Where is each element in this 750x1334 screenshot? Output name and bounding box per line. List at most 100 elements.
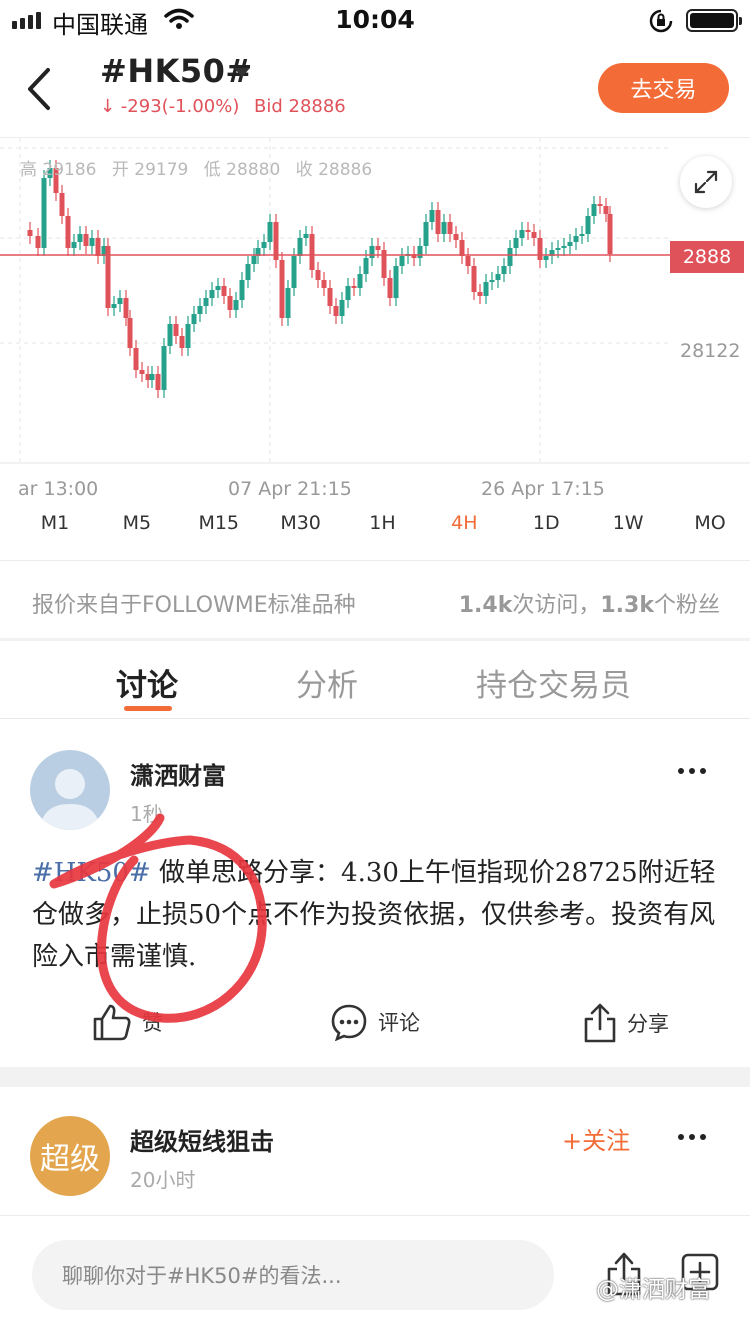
candle-body (369, 246, 375, 258)
back-arrow-icon[interactable] (22, 64, 62, 114)
candle-body (167, 324, 173, 346)
candle-body (351, 286, 357, 288)
more-options-icon[interactable] (678, 1134, 706, 1140)
candle-body (597, 204, 603, 206)
candle-body (233, 300, 239, 310)
candle-body (77, 234, 83, 242)
timeframe-mo[interactable]: MO (680, 512, 740, 552)
candle-body (489, 280, 495, 282)
quote-source: 报价来自于FOLLOWME标准品种 (32, 593, 356, 618)
timeframe-4h[interactable]: 4H (434, 512, 494, 552)
watermark: @潇洒财富 (596, 1277, 711, 1303)
candlestick-chart[interactable]: 高 29186 开 29179 低 28880 收 28886 2888 281… (0, 138, 750, 510)
candle-body (127, 318, 133, 348)
comment-input[interactable]: 聊聊你对于#HK50#的看法... (32, 1240, 554, 1310)
candle-body (267, 222, 273, 242)
candle-body (123, 298, 129, 318)
candle-body (375, 246, 381, 250)
post-content[interactable]: #HK50# 做单思路分享：4.30上午恒指现价28725附近轻仓做多，止损50… (32, 852, 722, 978)
candle-body (41, 178, 47, 248)
clock: 10:04 (335, 5, 415, 34)
post-separator (0, 1067, 750, 1087)
candle-body (251, 256, 257, 264)
ohlc-readout: 高 29186 开 29179 低 28880 收 28886 (20, 155, 382, 180)
divider (0, 718, 750, 719)
section-divider (0, 638, 750, 641)
chart-canvas[interactable] (0, 138, 750, 510)
current-price-tag: 2888 (670, 241, 744, 273)
timeframe-selector: M1 M5 M15 M30 1H 4H 1D 1W MO (0, 512, 750, 552)
candle-body (387, 278, 393, 298)
like-button[interactable]: 赞 (92, 1003, 163, 1041)
candle-body (441, 222, 447, 234)
fullscreen-button[interactable] (680, 156, 732, 208)
ohlc-open: 开 29179 (111, 160, 189, 180)
divider (0, 560, 750, 561)
candle-body (429, 210, 435, 222)
timeframe-m30[interactable]: M30 (271, 512, 331, 552)
candle-body (339, 300, 345, 316)
visit-count: 1.4k (458, 593, 513, 618)
candle-body (519, 230, 525, 238)
timeframe-1w[interactable]: 1W (598, 512, 658, 552)
candle-body (393, 266, 399, 298)
follow-button[interactable]: +关注 (562, 1121, 630, 1156)
tab-discussion[interactable]: 讨论 (116, 660, 178, 705)
tab-traders[interactable]: 持仓交易员 (476, 660, 631, 705)
avatar[interactable] (30, 750, 110, 830)
candle-body (447, 222, 453, 234)
share-button[interactable]: 分享 (583, 1003, 669, 1043)
candle-body (579, 234, 585, 236)
comment-button[interactable]: 评论 (330, 1003, 420, 1041)
candle-body (65, 216, 71, 248)
post-tag[interactable]: #HK50# (32, 858, 151, 888)
active-tab-indicator (124, 706, 172, 711)
candle-body (555, 248, 561, 250)
candle-body (543, 256, 549, 260)
candle-body (197, 306, 203, 314)
timeframe-m1[interactable]: M1 (25, 512, 85, 552)
candle-body (321, 280, 327, 288)
symbol-dropdown-icon[interactable] (234, 68, 250, 77)
candle-body (303, 234, 309, 238)
symbol-title[interactable]: #HK50# (100, 52, 253, 90)
tab-analysis[interactable]: 分析 (296, 660, 358, 705)
candle-body (285, 288, 291, 318)
candle-body (495, 274, 501, 280)
candle-body (309, 234, 315, 270)
candle-body (239, 280, 245, 300)
candle-body (83, 234, 89, 246)
candle-body (477, 292, 483, 296)
comment-icon (331, 1004, 367, 1041)
post-author[interactable]: 潇洒财富 (130, 756, 226, 791)
share-icon (584, 1003, 616, 1043)
candle-body (607, 214, 613, 254)
candle-body (315, 270, 321, 280)
candle-body (327, 288, 333, 306)
status-bar: 中国联通 10:04 (0, 0, 750, 40)
price-axis-label: 28122 (680, 340, 741, 362)
candle-body (149, 374, 155, 380)
orientation-lock-icon (649, 9, 673, 33)
trade-button[interactable]: 去交易 (598, 63, 729, 113)
more-options-icon[interactable] (678, 768, 706, 774)
candle-body (417, 246, 423, 258)
candle-body (423, 222, 429, 246)
timeframe-m5[interactable]: M5 (107, 512, 167, 552)
fan-label: 个粉丝 (653, 593, 720, 618)
timeframe-m15[interactable]: M15 (189, 512, 249, 552)
candle-body (261, 242, 267, 248)
candle-body (501, 266, 507, 274)
candle-body (507, 248, 513, 266)
post-time: 20小时 (130, 1168, 196, 1192)
post-author[interactable]: 超级短线狙击 (130, 1122, 274, 1157)
timeframe-1d[interactable]: 1D (516, 512, 576, 552)
x-axis-label: ar 13:00 (18, 478, 99, 500)
avatar[interactable]: 超级 (30, 1116, 110, 1196)
content-tabs: 讨论 分析 持仓交易员 (0, 660, 750, 720)
candle-body (585, 216, 591, 234)
timeframe-1h[interactable]: 1H (353, 512, 413, 552)
candle-body (513, 238, 519, 248)
candle-body (111, 304, 117, 308)
ohlc-low: 低 28880 (203, 160, 281, 180)
